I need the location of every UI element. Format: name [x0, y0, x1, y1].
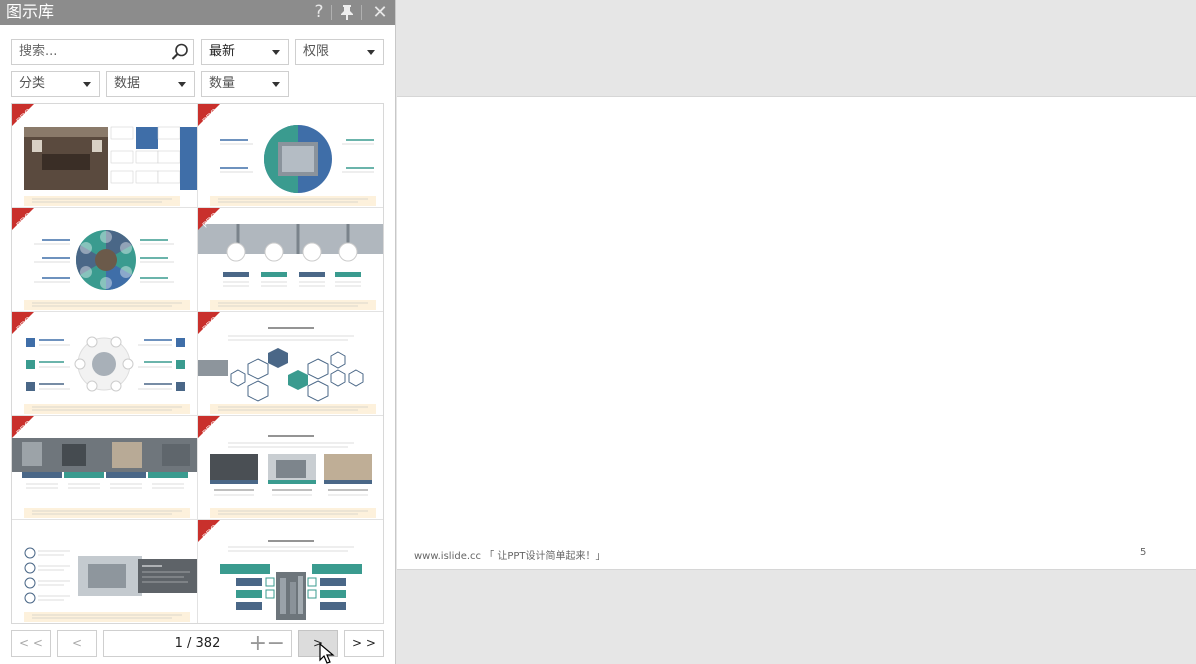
diagram-thumbnail[interactable]: PRO: [12, 208, 198, 312]
close-icon[interactable]: ✕: [368, 0, 392, 25]
search-input[interactable]: 搜索...: [11, 39, 194, 65]
data-value: 数据: [114, 76, 141, 91]
diagram-thumbnail[interactable]: PRO: [12, 312, 198, 416]
mouse-cursor-icon: [319, 643, 335, 664]
sort-value: 最新: [209, 44, 236, 59]
titlebar-separator: [331, 5, 332, 20]
thumbnail-grid: PRO PRO PRO PRO PRO PRO PRO PRO PRO: [11, 103, 384, 624]
diagram-library-panel: 图示库 ? ✕ 搜索... 最新 权限 分类 数据 数量 PRO PRO PRO…: [0, 0, 396, 664]
diagram-thumbnail[interactable]: [12, 520, 198, 623]
diagram-thumbnail[interactable]: PRO: [198, 520, 383, 623]
diagram-thumbnail[interactable]: PRO: [198, 208, 383, 312]
slide-canvas[interactable]: www.islide.cc 「 让PPT设计简单起来！」 5: [397, 96, 1196, 570]
diagram-thumbnail[interactable]: PRO: [12, 104, 198, 208]
prev-page-button[interactable]: <: [57, 630, 97, 657]
category-select[interactable]: 分类: [11, 71, 100, 97]
permission-value: 权限: [303, 44, 330, 59]
slide-footer: www.islide.cc 「 让PPT设计简单起来！」: [414, 551, 606, 562]
chevron-down-icon: [178, 82, 186, 87]
slide-page-number: 5: [1140, 547, 1147, 558]
zoom-in-icon[interactable]: +: [249, 631, 267, 656]
help-icon[interactable]: ?: [307, 0, 331, 25]
diagram-thumbnail[interactable]: PRO: [198, 104, 383, 208]
search-icon[interactable]: [171, 43, 189, 61]
chevron-down-icon: [83, 82, 91, 87]
search-placeholder: 搜索...: [19, 44, 58, 59]
diagram-thumbnail[interactable]: PRO: [198, 312, 383, 416]
panel-titlebar: 图示库 ? ✕: [0, 0, 395, 25]
pin-icon[interactable]: [335, 0, 359, 25]
chevron-down-icon: [272, 50, 280, 55]
first-page-button[interactable]: < <: [11, 630, 51, 657]
titlebar-separator: [361, 5, 362, 20]
category-value: 分类: [19, 76, 46, 91]
panel-title: 图示库: [6, 2, 55, 21]
data-select[interactable]: 数据: [106, 71, 195, 97]
page-count-text: 1 / 382: [174, 636, 221, 651]
zoom-out-icon[interactable]: −: [267, 631, 285, 656]
chevron-down-icon: [272, 82, 280, 87]
diagram-thumbnail[interactable]: PRO: [12, 416, 198, 520]
last-page-button[interactable]: > >: [344, 630, 384, 657]
page-indicator: 1 / 382 + −: [103, 630, 292, 657]
chevron-down-icon: [367, 50, 375, 55]
quantity-select[interactable]: 数量: [201, 71, 289, 97]
diagram-thumbnail[interactable]: PRO: [198, 416, 383, 520]
quantity-value: 数量: [209, 76, 236, 91]
permission-select[interactable]: 权限: [295, 39, 384, 65]
sort-select[interactable]: 最新: [201, 39, 289, 65]
